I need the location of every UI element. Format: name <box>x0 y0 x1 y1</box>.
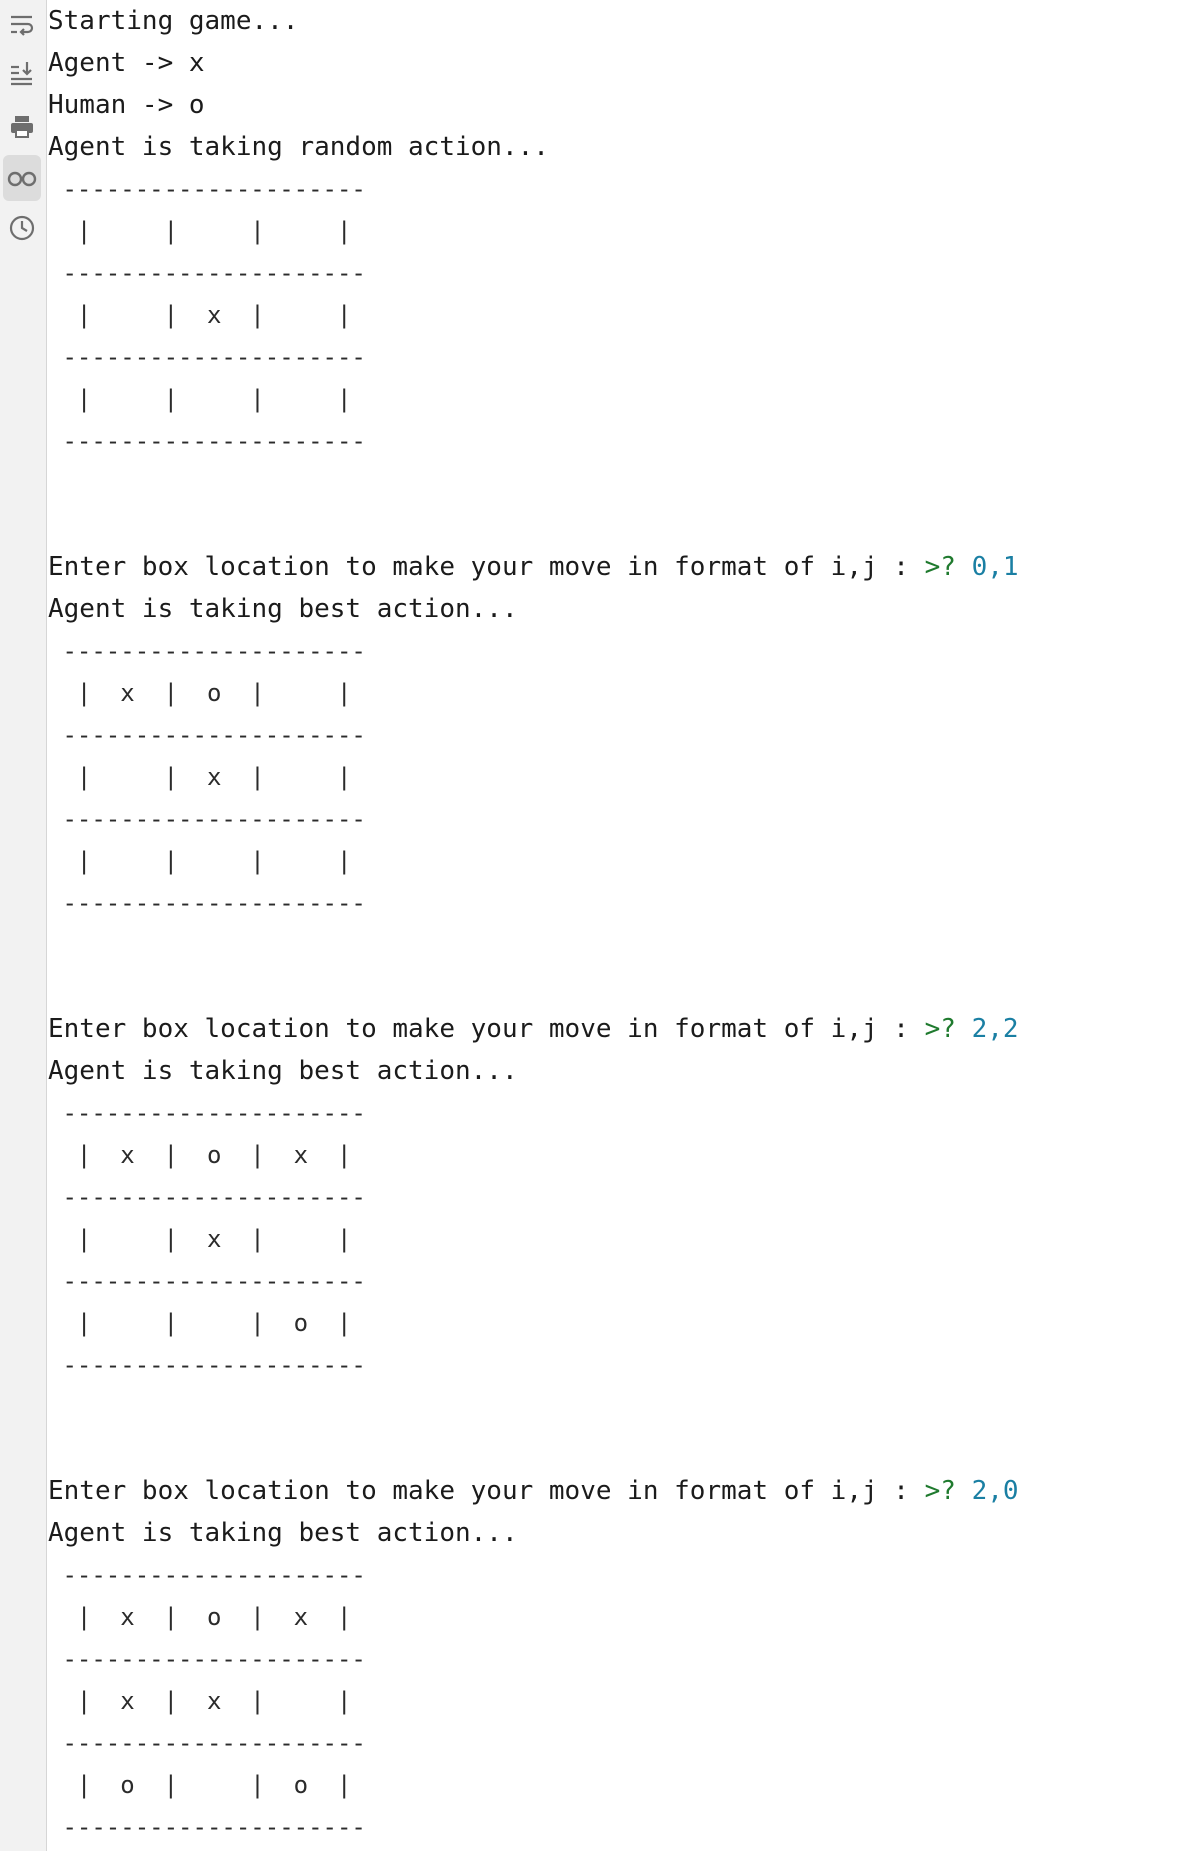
history-icon <box>8 214 36 242</box>
console-line: Agent is taking best action... <box>48 1512 518 1554</box>
board-line: | | | | <box>48 840 352 882</box>
line-text: | | | | <box>48 385 352 413</box>
input-prompt-marker: >? <box>924 1476 972 1506</box>
board-line: --------------------- <box>48 630 366 672</box>
input-prompt-line: Enter box location to make your move in … <box>48 546 1019 588</box>
line-text: --------------------- <box>48 889 366 917</box>
line-text: | x | o | x | <box>48 1603 352 1631</box>
input-prompt-line: Enter box location to make your move in … <box>48 1008 1019 1050</box>
board-line: --------------------- <box>48 714 366 756</box>
board-line: | | x | | <box>48 1218 352 1260</box>
console-line: Agent is taking random action... <box>48 126 549 168</box>
board-line: --------------------- <box>48 882 366 924</box>
line-text: | | x | | <box>48 301 352 329</box>
console-line: Human -> o <box>48 84 205 126</box>
line-text: --------------------- <box>48 1099 366 1127</box>
line-text: | | | | <box>48 217 352 245</box>
board-line: --------------------- <box>48 1806 366 1848</box>
line-text: | x | x | | <box>48 1687 352 1715</box>
line-text: | | | | <box>48 847 352 875</box>
line-text: --------------------- <box>48 1561 366 1589</box>
print-icon <box>8 114 36 140</box>
board-line: | | x | | <box>48 756 352 798</box>
line-text: | | x | | <box>48 763 352 791</box>
line-text: --------------------- <box>48 721 366 749</box>
board-line: --------------------- <box>48 1092 366 1134</box>
board-line: | x | o | x | <box>48 1134 352 1176</box>
line-text: Agent is taking best action... <box>48 1518 518 1548</box>
user-input-value: 0,1 <box>971 552 1019 582</box>
console-line: Agent -> x <box>48 42 205 84</box>
console-output[interactable]: Starting game... Agent -> x Human -> o Agen… <box>48 0 1178 1851</box>
board-line: --------------------- <box>48 420 366 462</box>
line-text: --------------------- <box>48 1645 366 1673</box>
board-line: | x | o | x | <box>48 1596 352 1638</box>
input-prompt-marker: >? <box>924 552 972 582</box>
scroll-to-end-button[interactable] <box>3 50 41 96</box>
line-text: Enter box location to make your move in … <box>48 552 925 582</box>
line-text: --------------------- <box>48 1351 366 1379</box>
board-line: --------------------- <box>48 1260 366 1302</box>
line-text: Starting game... <box>48 6 299 36</box>
line-text: --------------------- <box>48 175 366 203</box>
line-text: Agent is taking best action... <box>48 594 518 624</box>
console-line: Agent is taking best action... <box>48 1050 518 1092</box>
console-line: Agent is taking best action... <box>48 588 518 630</box>
print-button[interactable] <box>3 104 41 150</box>
board-line: --------------------- <box>48 1344 366 1386</box>
line-text: Human -> o <box>48 90 205 120</box>
soft-wrap-button[interactable] <box>3 2 41 48</box>
soft-wrap-icon <box>8 12 36 38</box>
user-input-value: 2,2 <box>971 1014 1019 1044</box>
board-line: --------------------- <box>48 1176 366 1218</box>
line-text: --------------------- <box>48 1729 366 1757</box>
glasses-button[interactable] <box>3 155 41 201</box>
board-line: --------------------- <box>48 798 366 840</box>
line-text: --------------------- <box>48 637 366 665</box>
board-line: --------------------- <box>48 252 366 294</box>
line-text: --------------------- <box>48 1813 366 1841</box>
history-button[interactable] <box>3 205 41 251</box>
board-line: --------------------- <box>48 1722 366 1764</box>
board-line: --------------------- <box>48 1638 366 1680</box>
line-text: | o | | o | <box>48 1771 352 1799</box>
board-line: | | | | <box>48 210 352 252</box>
line-text: --------------------- <box>48 1183 366 1211</box>
board-line: --------------------- <box>48 336 366 378</box>
board-line: | | | | <box>48 378 352 420</box>
line-text: | x | o | x | <box>48 1141 352 1169</box>
board-line: --------------------- <box>48 1554 366 1596</box>
line-text: | | | o | <box>48 1309 352 1337</box>
board-line: | | | o | <box>48 1302 352 1344</box>
line-text: Enter box location to make your move in … <box>48 1476 925 1506</box>
board-line: | | x | | <box>48 294 352 336</box>
line-text: --------------------- <box>48 1267 366 1295</box>
line-text: --------------------- <box>48 805 366 833</box>
board-line: --------------------- <box>48 168 366 210</box>
glasses-icon <box>7 167 37 189</box>
line-text: --------------------- <box>48 259 366 287</box>
line-text: | x | o | | <box>48 679 352 707</box>
line-text: --------------------- <box>48 343 366 371</box>
line-text: Agent -> x <box>48 48 205 78</box>
console-toolbar <box>0 0 47 1851</box>
board-line: | o | | o | <box>48 1764 352 1806</box>
input-prompt-marker: >? <box>924 1014 972 1044</box>
input-prompt-line: Enter box location to make your move in … <box>48 1470 1019 1512</box>
user-input-value: 2,0 <box>971 1476 1019 1506</box>
board-line: | x | o | | <box>48 672 352 714</box>
board-line: | x | x | | <box>48 1680 352 1722</box>
line-text: Agent is taking best action... <box>48 1056 518 1086</box>
console-line: Starting game... <box>48 0 298 42</box>
line-text: --------------------- <box>48 427 366 455</box>
scroll-to-end-icon <box>8 60 36 86</box>
line-text: Enter box location to make your move in … <box>48 1014 925 1044</box>
line-text: Agent is taking random action... <box>48 132 549 162</box>
line-text: | | x | | <box>48 1225 352 1253</box>
